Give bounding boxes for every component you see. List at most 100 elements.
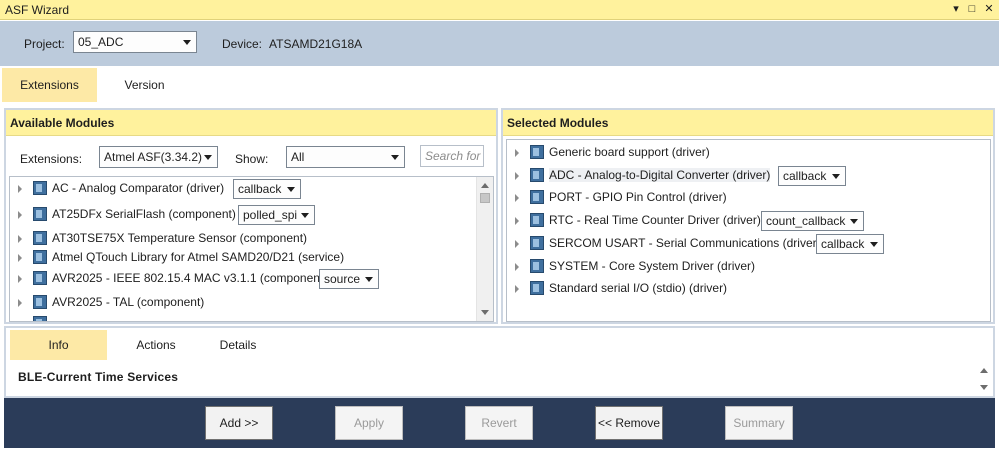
window-menu-icon[interactable]: ▾ — [949, 2, 963, 17]
scroll-down-icon[interactable] — [980, 385, 988, 390]
module-icon — [33, 295, 47, 309]
module-icon — [530, 190, 544, 204]
list-item[interactable]: ADC - Analog-to-Digital Converter (drive… — [507, 165, 990, 187]
info-scrollbar[interactable] — [976, 364, 993, 394]
tab-details[interactable]: Details — [192, 330, 284, 360]
chevron-down-icon — [301, 213, 309, 218]
summary-button[interactable]: Summary — [725, 406, 793, 440]
expand-arrow-icon[interactable] — [18, 211, 22, 219]
show-label: Show: — [235, 152, 269, 166]
project-select[interactable]: 05_ADC — [73, 31, 197, 53]
remove-button[interactable]: << Remove — [595, 406, 663, 440]
module-name: SERCOM USART - Serial Communications (dr… — [549, 236, 821, 250]
module-icon — [530, 145, 544, 159]
tab-extensions[interactable]: Extensions — [2, 68, 97, 102]
module-name: AT25DFx SerialFlash (component) — [52, 207, 236, 221]
module-name: AVR2025 - IEEE 802.15.4 MAC v3.1.1 (comp… — [52, 271, 328, 285]
module-option-select[interactable]: callback — [816, 234, 884, 254]
device-label: Device: — [222, 37, 263, 51]
list-item[interactable]: AVR2025 - IEEE 802.15.4 MAC v3.1.1 (comp… — [10, 268, 493, 290]
maximize-icon[interactable]: □ — [965, 2, 979, 17]
module-icon — [33, 316, 47, 321]
module-name: Atmel QTouch Library for Atmel SAMD20/D2… — [52, 250, 345, 264]
revert-button[interactable]: Revert — [465, 406, 533, 440]
project-bar: Project: 05_ADC Device: ATSAMD21G18A — [0, 21, 999, 66]
module-icon — [33, 271, 47, 285]
scroll-up-icon[interactable] — [980, 368, 988, 373]
module-option-value: callback — [238, 182, 282, 196]
extensions-select-value: Atmel ASF(3.34.2) — [104, 150, 203, 164]
chevron-down-icon — [870, 242, 878, 247]
expand-arrow-icon[interactable] — [515, 194, 519, 202]
chevron-down-icon — [287, 187, 295, 192]
list-item[interactable]: AC - Analog Comparator (driver) callback — [10, 178, 493, 200]
expand-arrow-icon[interactable] — [515, 240, 519, 248]
expand-arrow-icon[interactable] — [515, 172, 519, 180]
extensions-label: Extensions: — [20, 152, 83, 166]
module-option-value: callback — [783, 169, 827, 183]
module-icon — [33, 250, 47, 264]
module-option-select[interactable]: callback — [233, 179, 301, 199]
module-name: RTC - Real Time Counter Driver (driver) — [549, 213, 761, 227]
scroll-up-icon[interactable] — [481, 183, 489, 188]
vertical-scrollbar[interactable] — [476, 177, 493, 321]
window-title: ASF Wizard — [5, 3, 70, 17]
close-icon[interactable]: ✕ — [982, 2, 996, 17]
list-item[interactable]: AT25DFx SerialFlash (component) polled_s… — [10, 204, 493, 226]
list-item[interactable]: Generic board support (driver) — [507, 142, 990, 164]
tab-version[interactable]: Version — [97, 68, 192, 102]
list-item[interactable]: RTC - Real Time Counter Driver (driver) … — [507, 210, 990, 232]
expand-arrow-icon[interactable] — [18, 299, 22, 307]
list-item[interactable]: PORT - GPIO Pin Control (driver) — [507, 187, 990, 209]
list-item[interactable]: SERCOM USART - Serial Communications (dr… — [507, 233, 990, 255]
module-name: AT30TSE75X Temperature Sensor (component… — [52, 231, 308, 245]
module-name: Standard serial I/O (stdio) (driver) — [549, 281, 728, 295]
project-label: Project: — [24, 37, 65, 51]
expand-arrow-icon[interactable] — [18, 254, 22, 262]
expand-arrow-icon[interactable] — [18, 275, 22, 283]
module-option-value: polled_spi — [243, 208, 298, 222]
expand-arrow-icon[interactable] — [18, 185, 22, 193]
chevron-down-icon — [365, 277, 373, 282]
list-item[interactable]: Atmel QTouch Library for Atmel SAMD20/D2… — [10, 247, 493, 269]
scroll-down-icon[interactable] — [481, 310, 489, 315]
tab-info[interactable]: Info — [10, 330, 107, 360]
available-modules-list[interactable]: AC - Analog Comparator (driver) callback… — [9, 176, 494, 322]
extensions-select[interactable]: Atmel ASF(3.34.2) — [99, 146, 218, 168]
module-name: ADC - Analog-to-Digital Converter (drive… — [549, 168, 771, 182]
module-option-select[interactable]: count_callback — [761, 211, 864, 231]
module-option-value: source — [324, 272, 361, 286]
expand-arrow-icon[interactable] — [515, 217, 519, 225]
module-icon — [33, 231, 47, 245]
module-search-input[interactable]: Search for — [420, 145, 484, 167]
expand-arrow-icon[interactable] — [515, 285, 519, 293]
module-option-select[interactable]: polled_spi — [238, 205, 315, 225]
selected-modules-list[interactable]: Generic board support (driver) ADC - Ana… — [506, 139, 991, 322]
info-panel: Info Actions Details BLE-Current Time Se… — [4, 326, 995, 398]
module-name: AC - Analog Comparator (driver) — [52, 181, 225, 195]
list-item[interactable]: Standard serial I/O (stdio) (driver) — [507, 278, 990, 300]
window-title-bar: ASF Wizard ▾ □ ✕ — [0, 0, 999, 20]
module-option-select[interactable]: source — [319, 269, 379, 289]
chevron-down-icon — [850, 219, 858, 224]
scrollbar-thumb[interactable] — [480, 193, 490, 203]
expand-arrow-icon[interactable] — [515, 149, 519, 157]
module-name: PORT - GPIO Pin Control (driver) — [549, 190, 727, 204]
project-select-value: 05_ADC — [78, 35, 124, 49]
list-item[interactable]: SYSTEM - Core System Driver (driver) — [507, 256, 990, 278]
apply-button[interactable]: Apply — [335, 406, 403, 440]
tab-actions[interactable]: Actions — [110, 330, 202, 360]
list-item[interactable]: AVR2025 - TAL (component) — [10, 292, 493, 314]
chevron-down-icon — [391, 155, 399, 160]
expand-arrow-icon[interactable] — [515, 263, 519, 271]
chevron-down-icon — [832, 174, 840, 179]
available-modules-title: Available Modules — [6, 110, 496, 136]
show-select[interactable]: All — [286, 146, 405, 168]
show-select-value: All — [291, 150, 305, 164]
module-icon — [33, 181, 47, 195]
module-name: SYSTEM - Core System Driver (driver) — [549, 259, 756, 273]
module-option-select[interactable]: callback — [778, 166, 846, 186]
selected-modules-panel: Selected Modules Generic board support (… — [501, 108, 995, 324]
add-button[interactable]: Add >> — [205, 406, 273, 440]
expand-arrow-icon[interactable] — [18, 235, 22, 243]
